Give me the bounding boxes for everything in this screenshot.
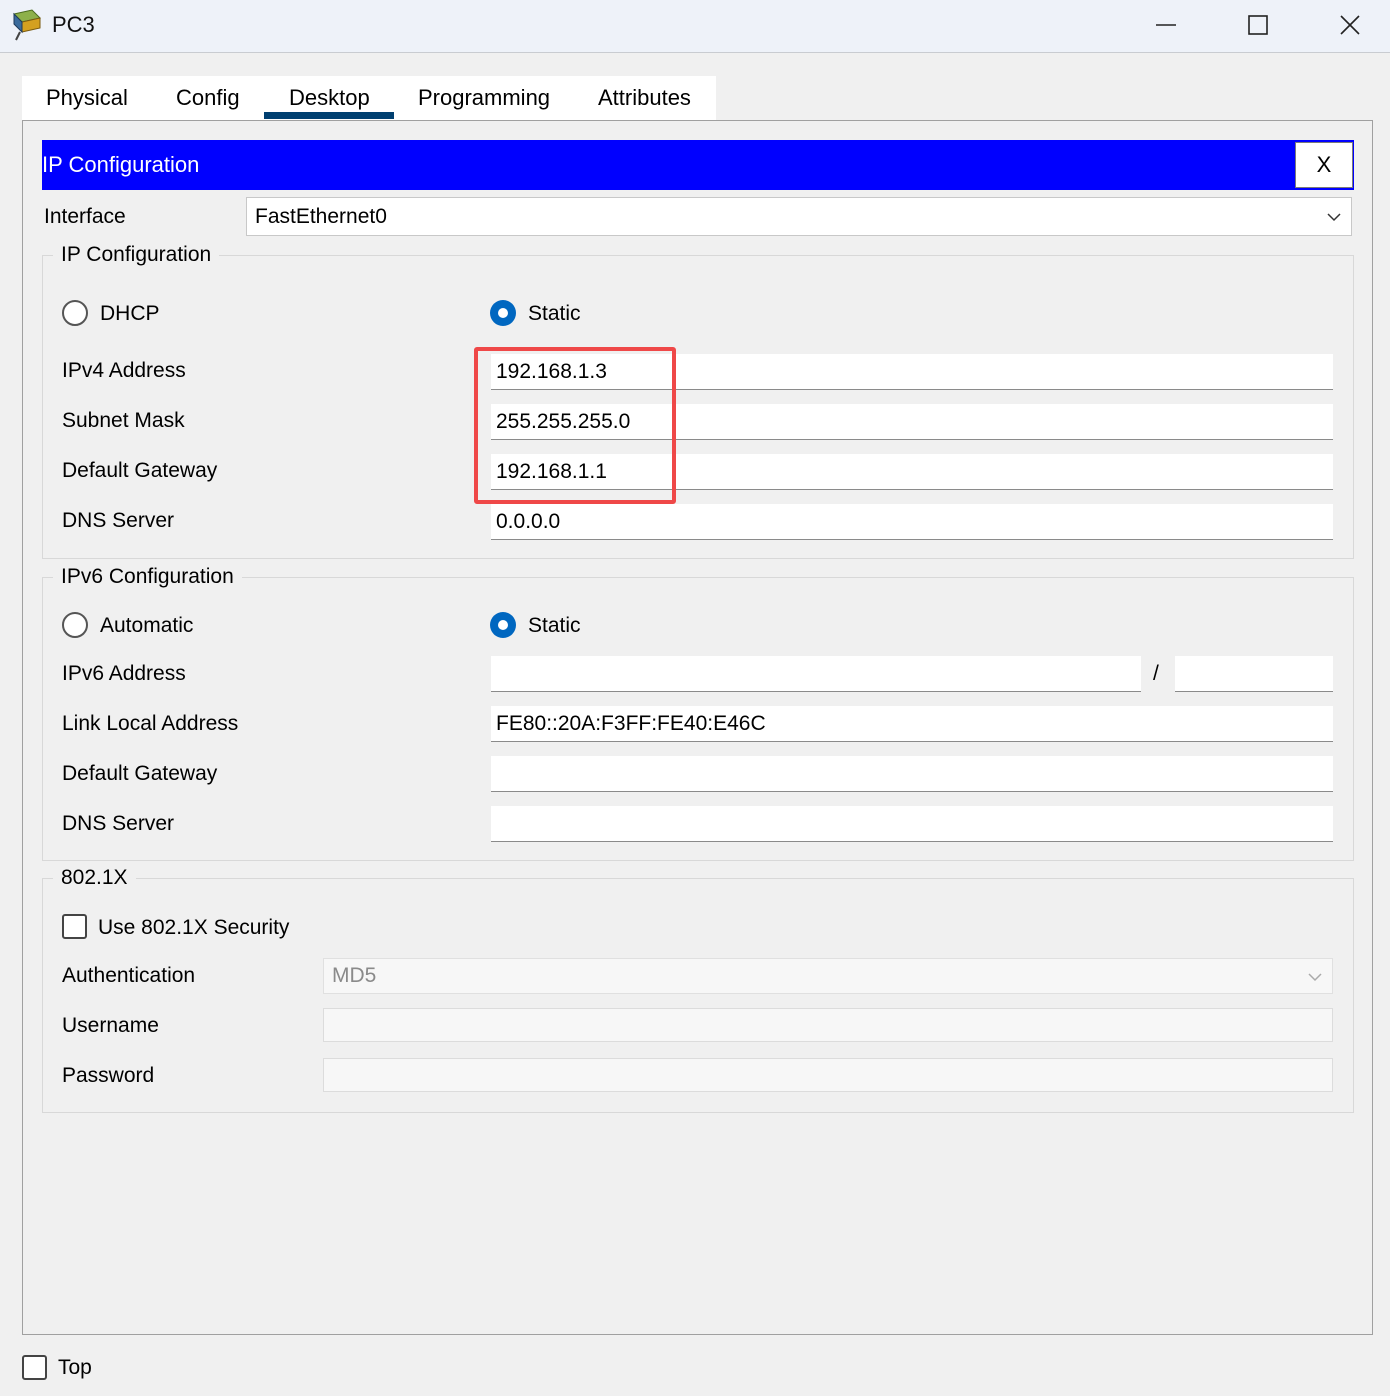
prefix-separator: /	[1153, 662, 1159, 685]
chevron-down-icon	[1327, 213, 1341, 222]
top-label: Top	[58, 1356, 92, 1379]
ipv6-address-label: IPv6 Address	[62, 662, 186, 685]
authentication-select[interactable]: MD5	[323, 958, 1333, 994]
ipv4-address-label: IPv4 Address	[62, 359, 186, 382]
close-icon	[1340, 15, 1360, 35]
link-local-label: Link Local Address	[62, 712, 239, 735]
panel-title: IP Configuration	[42, 152, 200, 177]
ipv6-address-field[interactable]	[491, 656, 1141, 692]
ipv6-static-label: Static	[528, 614, 581, 637]
title-bar: PC3	[0, 0, 1390, 53]
ipv6-automatic-label: Automatic	[100, 614, 194, 637]
interface-select[interactable]: FastEthernet0	[246, 197, 1352, 236]
username-label: Username	[62, 1014, 159, 1037]
password-label: Password	[62, 1064, 155, 1087]
ipv6-gateway-label: Default Gateway	[62, 762, 218, 785]
close-window-button[interactable]	[1310, 0, 1390, 50]
dot1x-group-title: 802.1X	[53, 866, 136, 890]
ipv4-static-label: Static	[528, 302, 581, 325]
window-title: PC3	[52, 12, 95, 37]
subnet-mask-label: Subnet Mask	[62, 409, 185, 432]
chevron-down-icon	[1308, 973, 1322, 982]
dhcp-label: DHCP	[100, 302, 160, 325]
tab-physical[interactable]: Physical	[46, 76, 128, 120]
authentication-label: Authentication	[62, 964, 196, 987]
panel-close-button[interactable]: X	[1295, 142, 1353, 188]
minimize-icon	[1156, 24, 1176, 26]
tab-programming[interactable]: Programming	[418, 76, 550, 120]
ipv4-dns-field[interactable]: 0.0.0.0	[491, 504, 1333, 540]
ipv6-dns-field[interactable]	[491, 806, 1333, 842]
ipv4-group-title: IP Configuration	[53, 243, 220, 267]
ipv6-group-title: IPv6 Configuration	[53, 565, 242, 589]
ip-configuration-header: IP Configuration	[42, 140, 1354, 190]
dhcp-radio[interactable]	[62, 300, 88, 326]
maximize-icon	[1248, 15, 1268, 35]
packet-tracer-pc-icon	[13, 9, 41, 41]
ipv6-automatic-radio[interactable]	[62, 612, 88, 638]
password-field[interactable]	[323, 1058, 1333, 1092]
ipv4-gateway-label: Default Gateway	[62, 459, 218, 482]
maximize-button[interactable]	[1218, 0, 1298, 50]
authentication-value: MD5	[332, 964, 377, 987]
minimize-button[interactable]	[1126, 0, 1206, 50]
tab-config[interactable]: Config	[176, 76, 240, 120]
ipv6-static-radio[interactable]	[490, 612, 516, 638]
use-8021x-label: Use 802.1X Security	[98, 916, 290, 939]
interface-value: FastEthernet0	[255, 205, 387, 228]
username-field[interactable]	[323, 1008, 1333, 1042]
ipv4-dns-label: DNS Server	[62, 509, 175, 532]
ipv6-gateway-field[interactable]	[491, 756, 1333, 792]
link-local-field[interactable]: FE80::20A:F3FF:FE40:E46C	[491, 706, 1333, 742]
ipv4-static-radio[interactable]	[490, 300, 516, 326]
tab-attributes[interactable]: Attributes	[598, 76, 691, 120]
use-8021x-checkbox[interactable]	[62, 914, 87, 939]
ipv4-gateway-field[interactable]: 192.168.1.1	[491, 454, 1333, 490]
active-tab-indicator	[264, 112, 394, 119]
ipv4-address-field[interactable]: 192.168.1.3	[491, 354, 1333, 390]
top-checkbox[interactable]	[22, 1355, 47, 1380]
ipv6-prefix-field[interactable]	[1175, 656, 1333, 692]
ipv6-dns-label: DNS Server	[62, 812, 175, 835]
interface-label: Interface	[44, 205, 126, 228]
subnet-mask-field[interactable]: 255.255.255.0	[491, 404, 1333, 440]
